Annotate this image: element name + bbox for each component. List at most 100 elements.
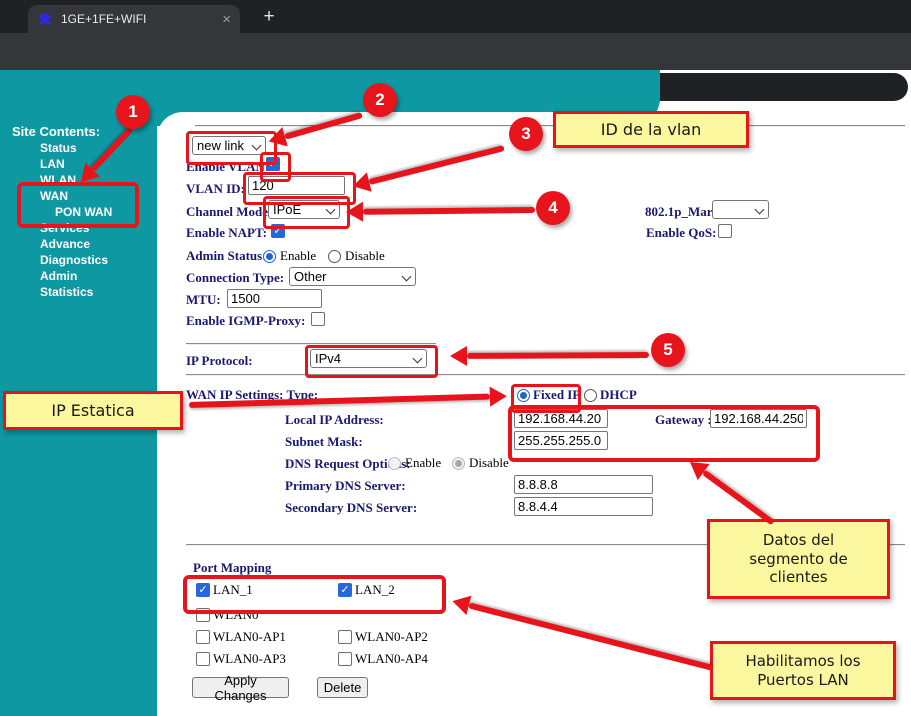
enable-napt-checkbox[interactable] bbox=[271, 224, 285, 238]
browser-toolbar: ← → ↻ No es seguro 192.168.1.1 bbox=[0, 33, 911, 70]
enable-vlan-label: Enable VLAN: bbox=[186, 159, 269, 175]
sidebar-item-pon-wan[interactable]: PON WAN bbox=[55, 205, 112, 219]
primary-dns-label: Primary DNS Server: bbox=[285, 478, 406, 494]
subnet-mask-input[interactable] bbox=[514, 431, 608, 450]
divider-ip-protocol bbox=[186, 374, 905, 375]
secondary-dns-input[interactable] bbox=[514, 497, 653, 516]
igmp-checkbox[interactable] bbox=[311, 312, 325, 326]
browser-tab-strip: 1GE+1FE+WIFI × + bbox=[0, 0, 911, 33]
admin-status-label: Admin Status: bbox=[186, 248, 267, 264]
wlan0-ap2-label[interactable]: WLAN0-AP2 bbox=[355, 629, 428, 645]
channel-mode-value: IPoE bbox=[273, 202, 301, 217]
wlan0-label[interactable]: WLAN0 bbox=[213, 607, 259, 623]
step-badge-1: 1 bbox=[116, 95, 150, 129]
favicon-icon bbox=[37, 11, 53, 27]
step-badge-2: 2 bbox=[363, 83, 397, 117]
new-tab-button[interactable]: + bbox=[256, 4, 282, 30]
wlan0-ap2-checkbox[interactable] bbox=[338, 630, 352, 644]
ip-protocol-select[interactable]: IPv4 bbox=[310, 349, 427, 368]
mtu-input[interactable] bbox=[227, 289, 322, 308]
link-select[interactable]: new link bbox=[192, 136, 266, 155]
sidebar-item-wlan[interactable]: WLAN bbox=[40, 173, 76, 187]
sidebar-item-services[interactable]: Services bbox=[40, 221, 89, 235]
lan1-checkbox[interactable] bbox=[196, 583, 210, 597]
enable-qos-label: Enable QoS: bbox=[646, 225, 716, 241]
sidebar-item-statistics[interactable]: Statistics bbox=[40, 285, 93, 299]
connection-type-value: Other bbox=[294, 269, 327, 284]
enable-napt-label: Enable NAPT: bbox=[186, 225, 267, 241]
browser-tab[interactable]: 1GE+1FE+WIFI × bbox=[28, 5, 240, 33]
channel-mode-label: Channel Mode bbox=[186, 204, 268, 220]
enable-vlan-checkbox[interactable] bbox=[266, 157, 280, 171]
sidebar-item-admin[interactable]: Admin bbox=[40, 269, 77, 283]
wlan0-ap3-label[interactable]: WLAN0-AP3 bbox=[213, 651, 286, 667]
ip-protocol-value: IPv4 bbox=[315, 351, 341, 366]
dhcp-label[interactable]: DHCP bbox=[600, 387, 637, 403]
link-select-value: new link bbox=[197, 138, 244, 153]
vlan-id-input[interactable] bbox=[248, 176, 345, 195]
ip-protocol-label: IP Protocol: bbox=[186, 353, 253, 369]
connection-type-select[interactable]: Other bbox=[289, 267, 416, 286]
lan2-checkbox[interactable] bbox=[338, 583, 352, 597]
apply-changes-button[interactable]: Apply Changes bbox=[192, 677, 289, 698]
sidebar-item-status[interactable]: Status bbox=[40, 141, 77, 155]
admin-enable-label[interactable]: Enable bbox=[280, 248, 316, 264]
dns-disable-radio[interactable] bbox=[452, 457, 465, 470]
callout-static-ip: IP Estatica bbox=[3, 391, 183, 430]
enable-qos-checkbox[interactable] bbox=[718, 224, 732, 238]
secondary-dns-label: Secondary DNS Server: bbox=[285, 500, 417, 516]
channel-mode-select[interactable]: IPoE bbox=[268, 200, 340, 219]
chevron-down-icon bbox=[252, 141, 262, 151]
lan1-label[interactable]: LAN_1 bbox=[213, 582, 253, 598]
dhcp-radio[interactable] bbox=[584, 389, 597, 402]
fixed-ip-radio[interactable] bbox=[517, 389, 530, 402]
local-ip-label: Local IP Address: bbox=[285, 412, 384, 428]
dns-enable-label[interactable]: Enable bbox=[405, 455, 441, 471]
gateway-label: Gateway : bbox=[655, 412, 712, 428]
sidebar-item-wan[interactable]: WAN bbox=[40, 189, 68, 203]
step-badge-5: 5 bbox=[651, 333, 685, 367]
delete-button[interactable]: Delete bbox=[317, 677, 368, 698]
sidebar-item-advance[interactable]: Advance bbox=[40, 237, 90, 251]
chevron-down-icon bbox=[755, 205, 765, 215]
sidebar-item-lan[interactable]: LAN bbox=[40, 157, 65, 171]
step-badge-4: 4 bbox=[536, 191, 570, 225]
admin-disable-label[interactable]: Disable bbox=[345, 248, 385, 264]
divider-igmp bbox=[186, 343, 436, 344]
sidebar-heading: Site Contents: bbox=[12, 124, 100, 139]
dns-disable-label[interactable]: Disable bbox=[469, 455, 509, 471]
chevron-down-icon bbox=[413, 354, 423, 364]
gateway-input[interactable] bbox=[710, 409, 807, 428]
fixed-ip-label[interactable]: Fixed IP bbox=[533, 387, 580, 403]
callout-client-segment: Datos del segmento de clientes bbox=[707, 519, 890, 599]
p-mark-label: 802.1p_Mark bbox=[645, 204, 720, 220]
wlan0-ap4-checkbox[interactable] bbox=[338, 652, 352, 666]
subnet-mask-label: Subnet Mask: bbox=[285, 434, 363, 450]
step-badge-3: 3 bbox=[509, 117, 543, 151]
callout-vlan-id: ID de la vlan bbox=[553, 111, 749, 148]
chevron-down-icon bbox=[402, 272, 412, 282]
tab-title: 1GE+1FE+WIFI bbox=[61, 12, 214, 26]
connection-type-label: Connection Type: bbox=[186, 270, 284, 286]
local-ip-input[interactable] bbox=[514, 409, 608, 428]
screen: 1GE+1FE+WIFI × + ← → ↻ No es seguro 192.… bbox=[0, 0, 911, 716]
admin-enable-radio[interactable] bbox=[263, 250, 276, 263]
arrow-step5-to-ip-protocol bbox=[467, 352, 649, 359]
sidebar-item-diagnostics[interactable]: Diagnostics bbox=[40, 253, 108, 267]
wlan0-ap4-label[interactable]: WLAN0-AP4 bbox=[355, 651, 428, 667]
vlan-id-label: VLAN ID: bbox=[186, 181, 245, 197]
wlan0-ap3-checkbox[interactable] bbox=[196, 652, 210, 666]
wlan0-ap1-label[interactable]: WLAN0-AP1 bbox=[213, 629, 286, 645]
dns-enable-radio[interactable] bbox=[388, 457, 401, 470]
wlan0-checkbox[interactable] bbox=[196, 608, 210, 622]
primary-dns-input[interactable] bbox=[514, 475, 653, 494]
divider-top bbox=[195, 125, 905, 126]
wlan0-ap1-checkbox[interactable] bbox=[196, 630, 210, 644]
mtu-label: MTU: bbox=[186, 292, 221, 308]
p-mark-select[interactable] bbox=[712, 200, 769, 219]
lan2-label[interactable]: LAN_2 bbox=[355, 582, 395, 598]
admin-disable-radio[interactable] bbox=[328, 250, 341, 263]
tab-close-icon[interactable]: × bbox=[222, 12, 231, 27]
callout-lan-ports: Habilitamos los Puertos LAN bbox=[710, 641, 896, 700]
port-mapping-heading: Port Mapping bbox=[193, 560, 271, 576]
